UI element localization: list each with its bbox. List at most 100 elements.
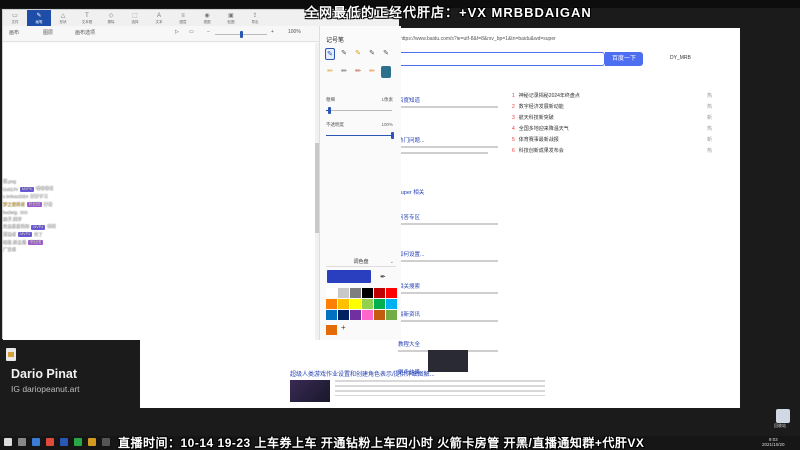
ribbon-tab-8[interactable]: ◉ 视图 — [195, 10, 219, 26]
chat-username[interactable]: c.imhoe2024 — [3, 194, 28, 199]
result-title-6[interactable]: 相关搜索 — [398, 282, 420, 290]
search-button[interactable]: 百度一下 — [605, 52, 643, 66]
ribbon-tab-0[interactable]: ▭ 文件 — [3, 10, 27, 26]
color-swatch[interactable] — [362, 310, 373, 320]
result-title-7[interactable]: 最新资讯 — [398, 310, 420, 318]
app-icon[interactable] — [102, 438, 110, 446]
ribbon-tab-4[interactable]: ◇ 擦除 — [99, 10, 123, 26]
color-swatch[interactable] — [386, 310, 397, 320]
zoom-out-icon[interactable]: − — [207, 29, 210, 35]
chat-badge: 粉丝团 — [26, 202, 42, 208]
ribbon-tab-label: 视图 — [203, 20, 211, 24]
hot-list-item[interactable]: 4 全国多地迎来降温天气 热 — [512, 125, 712, 136]
color-swatch[interactable] — [374, 310, 385, 320]
result-thumbnail-large[interactable] — [290, 380, 330, 402]
chat-username[interactable]: 梦之使用者 — [3, 202, 25, 208]
hot-list-item[interactable]: 2 数字经济发展新动能 热 — [512, 103, 712, 114]
toolbar-canvas[interactable]: 画布 — [9, 29, 19, 36]
ribbon-tab-5[interactable]: ⬚ 选择 — [123, 10, 147, 26]
pen-oil-icon[interactable]: ✏ — [353, 66, 363, 78]
zoom-in-icon[interactable]: + — [271, 29, 274, 35]
result-title-8[interactable]: 教程大全 — [398, 340, 420, 348]
pen-crayon-icon[interactable]: ✏ — [325, 66, 335, 78]
screen: https://www.baidu.com/s?ie=utf-8&f=8&rsv… — [0, 0, 800, 450]
chat-username[interactable]: Gold.Pr — [3, 187, 18, 192]
hot-list-item[interactable]: 1 神秘记录揭秘2024年终盘点 热 — [512, 92, 712, 103]
color-swatch[interactable] — [350, 288, 361, 298]
result-title-bottom[interactable]: 超级人类游戏作业设置和创建角色表示/提供详细图解... — [290, 369, 435, 378]
hot-list-item[interactable]: 3 航天科技新突破 新 — [512, 114, 712, 125]
pen-calligraphy-icon[interactable]: ✎ — [367, 48, 377, 60]
add-color-icon[interactable]: + — [341, 323, 346, 332]
ribbon-tab-3[interactable]: T 文本框 — [75, 10, 99, 26]
ribbon-tab-7[interactable]: ≡ 图层 — [171, 10, 195, 26]
color-swatch[interactable] — [338, 310, 349, 320]
toolbar-canvas-options[interactable]: 画布选项 — [75, 29, 95, 36]
pen-highlighter-icon[interactable]: ✎ — [353, 48, 363, 60]
result-title-2[interactable]: 热门问题... — [398, 136, 425, 144]
app-icon[interactable] — [46, 438, 54, 446]
eyedropper-icon[interactable]: ✒ — [380, 273, 386, 281]
hot-list-entry: 6 科技创新成果发布会 — [512, 147, 564, 158]
color-swatch[interactable] — [338, 299, 349, 309]
size-slider-knob[interactable] — [328, 107, 331, 114]
result-title-1[interactable]: 百度知道 — [398, 96, 420, 104]
pen-texture-icon[interactable] — [381, 66, 391, 78]
pen-brush-icon[interactable]: ✏ — [339, 66, 349, 78]
search-input[interactable] — [395, 52, 605, 66]
taskbar-clock[interactable]: 9:03 2021/10/20 — [762, 437, 785, 447]
color-swatch[interactable] — [386, 288, 397, 298]
color-swatch[interactable] — [326, 288, 337, 298]
app-icon[interactable] — [88, 438, 96, 446]
search-icon[interactable] — [18, 438, 26, 446]
pen-watercolor-icon[interactable]: ✏ — [367, 66, 377, 78]
result-title-5[interactable]: 如何设置... — [398, 250, 425, 258]
color-swatch[interactable] — [350, 299, 361, 309]
color-swatch[interactable] — [386, 299, 397, 309]
pen-marker-icon[interactable]: ✎ — [325, 48, 335, 60]
chat-username[interactable]: 广告者 — [3, 247, 16, 253]
opacity-slider-knob[interactable] — [391, 132, 394, 139]
ribbon-tab-2[interactable]: △ 形状 — [51, 10, 75, 26]
desktop-file-icon[interactable] — [6, 348, 16, 361]
chat-username[interactable]: 帕鲁.新主播 — [3, 240, 26, 246]
color-swatch[interactable] — [326, 299, 337, 309]
color-swatch[interactable] — [374, 299, 385, 309]
paint-icon[interactable] — [60, 438, 68, 446]
pen-pencil-icon[interactable]: ✎ — [339, 48, 349, 60]
ribbon-tab-1[interactable]: ✎ 画笔 — [27, 10, 51, 26]
result-title-3[interactable]: super 相关 — [398, 188, 424, 196]
hot-list-rank: 3 — [512, 115, 515, 121]
zoom-slider-knob[interactable] — [240, 31, 243, 38]
chat-username[interactable]: 漂泊者 — [3, 232, 16, 238]
explorer-icon[interactable] — [32, 438, 40, 446]
color-swatch[interactable] — [350, 310, 361, 320]
color-swatch[interactable] — [362, 299, 373, 309]
chat-text: 好好学习 — [30, 193, 48, 199]
result-title-4[interactable]: 问答专区 — [398, 213, 420, 221]
recycle-bin-icon[interactable] — [776, 409, 790, 423]
color-swatch[interactable] — [374, 288, 385, 298]
ribbon-tab-6[interactable]: A 文本 — [147, 10, 171, 26]
chat-username[interactable]: 来自星星的你 — [3, 224, 29, 230]
color-swatch[interactable] — [326, 310, 337, 320]
pen-fountain-icon[interactable]: ✎ — [381, 48, 391, 60]
custom-color-swatch[interactable] — [326, 325, 337, 335]
app-icon[interactable] — [74, 438, 82, 446]
chat-username[interactable]: hedwig. — [3, 210, 18, 215]
palette-select[interactable]: 调色盘 ⌄ — [326, 257, 396, 267]
start-icon[interactable] — [4, 438, 12, 446]
color-swatch[interactable] — [338, 288, 349, 298]
undo-icon[interactable]: ▷ — [175, 29, 179, 35]
hot-list-item[interactable]: 6 科技创新成果发布会 热 — [512, 147, 712, 158]
toolbar-layers[interactable]: 图层 — [43, 29, 53, 36]
ribbon-tab-10[interactable]: ⇪ 导出 — [243, 10, 267, 26]
chat-username[interactable]: 雨.png — [3, 179, 16, 185]
user-name[interactable]: DY_MRB — [670, 55, 691, 61]
size-slider[interactable] — [326, 110, 392, 111]
hot-list-item[interactable]: 5 体育赛事最新战报 新 — [512, 136, 712, 147]
color-swatch[interactable] — [362, 288, 373, 298]
chat-username[interactable]: 鸽子.同学 — [3, 217, 22, 223]
ribbon-tab-9[interactable]: ▣ 贴图 — [219, 10, 243, 26]
fit-icon[interactable]: ▭ — [189, 29, 194, 35]
